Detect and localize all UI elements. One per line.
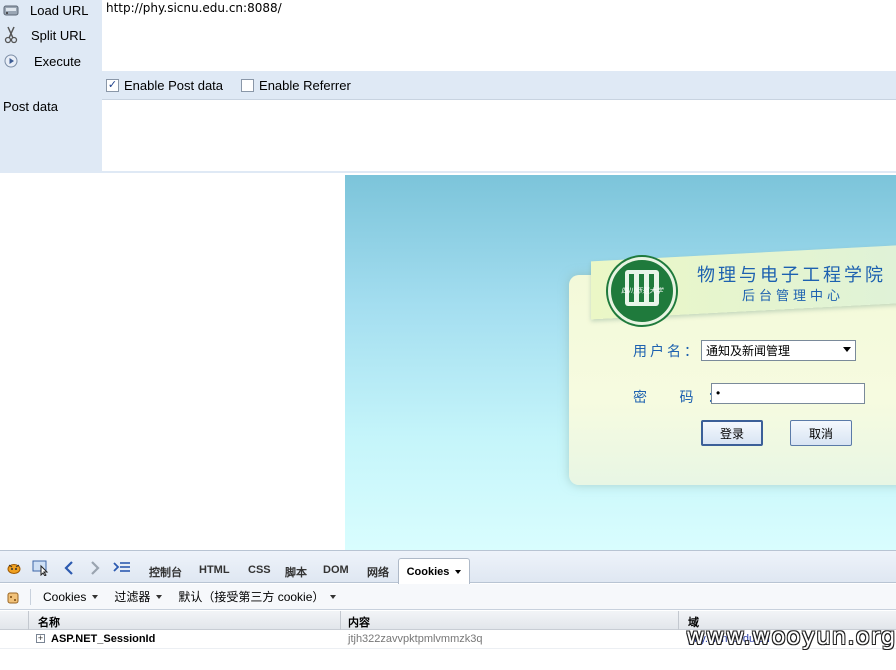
chevron-down-icon (156, 594, 163, 599)
post-data-textarea[interactable] (102, 99, 896, 171)
scissors-icon (2, 26, 20, 44)
filter-menu[interactable]: 过滤器 (114, 588, 163, 605)
cookie-policy-menu[interactable]: 默认（接受第三方 cookie） (178, 588, 337, 605)
enable-referrer-option[interactable]: Enable Referrer (241, 78, 351, 93)
tab-cookies[interactable]: Cookies (398, 558, 470, 584)
enable-post-option[interactable]: ✓ Enable Post data (106, 78, 223, 93)
tab-console[interactable]: 控制台 (149, 564, 182, 580)
login-page: 四川师范大学 物理与电子工程学院 后台管理中心 用户名： 通知及新闻管理 密 码… (345, 175, 896, 550)
cookie-content: jtjh322zavvpktpmlvmmzk3q (348, 633, 483, 645)
firebug-bug-icon[interactable] (5, 559, 23, 577)
column-content[interactable]: 内容 (348, 614, 370, 630)
username-label: 用户名： (633, 344, 701, 360)
load-url-button[interactable]: Load URL (0, 0, 102, 22)
url-textarea[interactable]: http://phy.sicnu.edu.cn:8088/ (102, 0, 896, 71)
university-logo: 四川师范大学 (608, 257, 676, 325)
load-url-label: Load URL (30, 2, 89, 18)
chevron-down-icon (843, 347, 851, 352)
tab-network[interactable]: 网络 (367, 564, 389, 580)
cookies-menu[interactable]: Cookies (43, 589, 99, 604)
inspect-element-icon[interactable] (32, 559, 50, 577)
tab-html[interactable]: HTML (199, 564, 230, 576)
admin-subtitle: 后台管理中心 (742, 289, 845, 304)
back-icon[interactable] (60, 559, 78, 577)
username-select[interactable]: 通知及新闻管理 (701, 340, 856, 361)
tab-script[interactable]: 脚本 (285, 564, 307, 580)
split-url-button[interactable]: Split URL (0, 23, 102, 47)
enable-referrer-checkbox[interactable] (241, 78, 255, 92)
login-button[interactable]: 登录 (701, 420, 763, 446)
page-blank-area (0, 175, 345, 550)
cookie-policy-label: 默认（接受第三方 cookie） (178, 590, 325, 604)
tab-dom[interactable]: DOM (323, 564, 349, 576)
forward-icon[interactable] (86, 559, 104, 577)
firebug-panel: 控制台 HTML CSS 脚本 DOM 网络 Cookies Cookies 过… (0, 550, 896, 670)
execute-button[interactable]: Execute (0, 49, 102, 73)
column-name[interactable]: 名称 (38, 614, 60, 630)
chevron-down-icon (455, 569, 462, 574)
enable-post-label: Enable Post data (124, 77, 224, 93)
cookie-name: ASP.NET_SessionId (51, 633, 156, 645)
execute-label: Execute (34, 53, 81, 69)
tab-css[interactable]: CSS (248, 564, 271, 576)
split-url-label: Split URL (31, 27, 86, 43)
logo-text: 四川师范大学 (621, 287, 663, 295)
chevron-down-icon (330, 594, 337, 599)
password-input[interactable]: • (711, 383, 865, 404)
cancel-button[interactable]: 取消 (790, 420, 852, 446)
enable-post-checkbox[interactable]: ✓ (106, 78, 119, 92)
cookie-jar-icon[interactable] (6, 590, 20, 604)
tab-cookies-label: Cookies (406, 565, 450, 578)
hackbar: Load URL Split URL Execute Post data htt… (0, 0, 896, 173)
watermark: www.wooyun.org (686, 624, 896, 650)
load-url-icon (2, 1, 20, 19)
command-line-icon[interactable] (113, 559, 131, 577)
enable-referrer-label: Enable Referrer (259, 77, 351, 93)
play-icon (2, 52, 20, 70)
username-selected-value: 通知及新闻管理 (706, 344, 791, 358)
filter-menu-label: 过滤器 (114, 590, 151, 604)
firebug-tabbar: 控制台 HTML CSS 脚本 DOM 网络 Cookies (0, 551, 896, 584)
chevron-down-icon (92, 594, 99, 599)
post-data-label: Post data (3, 99, 58, 114)
cookies-menu-label: Cookies (43, 589, 87, 604)
cookies-toolbar: Cookies 过滤器 默认（接受第三方 cookie） (0, 584, 896, 610)
hackbar-sidebar: Load URL Split URL Execute Post data (0, 0, 102, 173)
hackbar-options: ✓ Enable Post data Enable Referrer (102, 74, 365, 96)
college-title: 物理与电子工程学院 (697, 265, 886, 286)
expand-icon[interactable]: + (36, 634, 45, 643)
